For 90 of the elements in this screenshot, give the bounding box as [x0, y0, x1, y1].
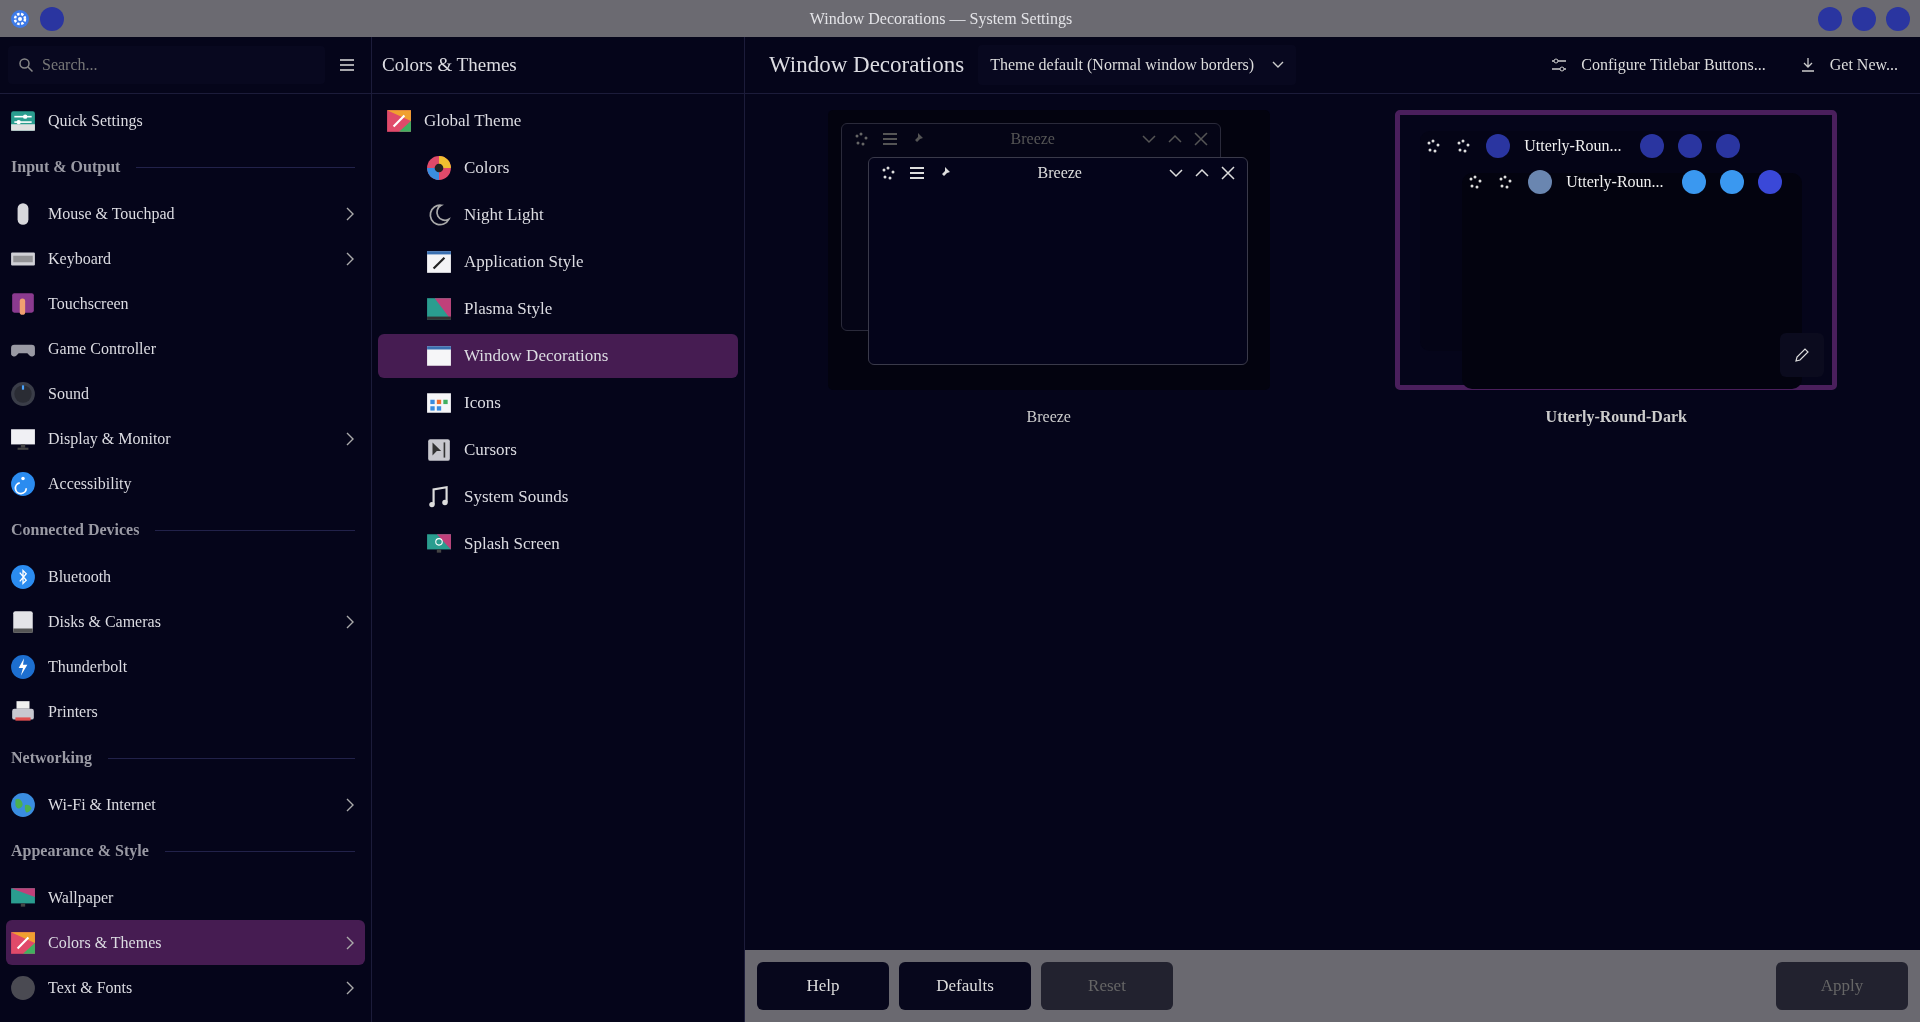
window-title: Utterly-Roun... — [1524, 137, 1622, 155]
sidebar-item[interactable]: Bluetooth — [6, 554, 365, 599]
category-item[interactable]: Plasma Style — [378, 287, 738, 331]
window-button-icon — [1639, 134, 1664, 158]
sidebar-item[interactable]: Text & Fonts — [6, 965, 365, 1010]
category-item[interactable]: Colors — [378, 146, 738, 190]
window-icon — [426, 390, 452, 416]
theme-preview[interactable]: Utterly-Roun... Utterly-Roun... — [1395, 110, 1838, 390]
bluetooth-icon — [10, 563, 36, 590]
window-title: Window Decorations — System Settings — [808, 9, 1074, 28]
section-heading: Networking — [11, 749, 92, 767]
window-button-icon — [1528, 170, 1553, 194]
window-icon — [426, 296, 452, 322]
dots-icon — [880, 165, 897, 181]
category-item[interactable]: Night Light — [378, 193, 738, 237]
color-wheel-icon — [426, 155, 452, 181]
download-icon — [1799, 57, 1816, 73]
cursor-icon — [426, 437, 452, 463]
brush-icon — [10, 929, 36, 956]
sidebar-item[interactable]: Printers — [6, 689, 365, 734]
window-button-icon — [1681, 170, 1706, 194]
drive-icon — [10, 608, 36, 635]
sidebar-item[interactable]: Wallpaper — [6, 875, 365, 920]
category-item[interactable]: System Sounds — [378, 475, 738, 519]
dots-icon — [853, 131, 870, 147]
window-button[interactable] — [1852, 6, 1876, 31]
search-icon — [18, 57, 34, 73]
sidebar-item[interactable]: Touchscreen — [6, 281, 365, 326]
menu-icon — [881, 132, 898, 146]
category-item[interactable]: Cursors — [378, 428, 738, 472]
close-icon — [1193, 132, 1208, 146]
sidebar-item[interactable]: Disks & Cameras — [6, 599, 365, 644]
window-button[interactable] — [1818, 6, 1842, 31]
sidebar-item[interactable]: Wi-Fi & Internet — [6, 782, 365, 827]
sidebar-item[interactable]: Quick Settings — [6, 98, 365, 143]
minimize-icon — [1141, 132, 1156, 146]
edit-button[interactable] — [1780, 333, 1825, 377]
sliders-icon — [1551, 57, 1568, 73]
category-item[interactable]: Application Style — [378, 240, 738, 284]
window-button-icon — [1677, 134, 1702, 158]
sidebar-item[interactable]: Keyboard — [6, 236, 365, 281]
page-title: Window Decorations — [769, 52, 965, 78]
sidebar-item[interactable]: Thunderbolt — [6, 644, 365, 689]
lightning-icon — [10, 653, 36, 680]
sidebar-item[interactable]: Accessibility — [6, 461, 365, 506]
pencil-icon — [1794, 347, 1811, 363]
toolbar-button[interactable]: Get New... — [1789, 45, 1908, 85]
sidebar-item[interactable]: Colors & Themes — [6, 920, 365, 965]
toolbar-button[interactable]: Configure Titlebar Buttons... — [1541, 45, 1776, 85]
knob-icon — [10, 380, 36, 407]
window-button[interactable] — [1886, 6, 1910, 31]
menu-icon — [908, 166, 925, 180]
section-heading: Connected Devices — [11, 521, 140, 539]
border-size-dropdown[interactable]: Theme default (Normal window borders) — [978, 45, 1297, 85]
category-title: Colors & Themes — [382, 54, 517, 76]
accessibility-icon — [10, 470, 36, 497]
chevron-down-icon — [1272, 61, 1285, 69]
window-title: Breeze — [1009, 130, 1056, 148]
search-field[interactable]: Search... — [8, 46, 325, 84]
theme-name: Utterly-Round-Dark — [1545, 408, 1687, 426]
brush-icon — [386, 108, 412, 134]
window-title: Utterly-Roun... — [1566, 173, 1664, 191]
section-heading: Input & Output — [11, 158, 121, 176]
window-button-icon — [1715, 134, 1740, 158]
hand-icon — [10, 290, 36, 317]
sidebar-item[interactable]: Mouse & Touchpad — [6, 191, 365, 236]
menu-icon — [339, 58, 355, 72]
gear-icon[interactable] — [10, 8, 30, 29]
globe-icon — [10, 791, 36, 818]
category-item[interactable]: Splash Screen — [378, 522, 738, 566]
sidebar-item[interactable]: Sound — [6, 371, 365, 416]
section-heading: Appearance & Style — [11, 842, 149, 860]
brush-icon — [426, 249, 452, 275]
window-icon — [426, 343, 452, 369]
minimize-icon — [1168, 166, 1183, 180]
sidebar-item[interactable]: Display & Monitor — [6, 416, 365, 461]
theme-name: Breeze — [1026, 408, 1071, 426]
theme-preview[interactable]: Breeze Breeze — [827, 110, 1270, 390]
category-item[interactable]: Icons — [378, 381, 738, 425]
category-item[interactable]: Window Decorations — [378, 334, 738, 378]
window-button-icon — [1486, 134, 1511, 158]
window-button-icon — [1757, 170, 1782, 194]
window-title: Breeze — [1036, 164, 1083, 182]
footer-button[interactable]: Help — [757, 962, 889, 1010]
window-button[interactable] — [40, 6, 64, 31]
window-button-icon — [1719, 170, 1744, 194]
category-item[interactable]: Global Theme — [378, 99, 738, 143]
footer-button[interactable]: Defaults — [899, 962, 1031, 1010]
sidebar-item[interactable]: Game Controller — [6, 326, 365, 371]
close-icon — [1220, 166, 1235, 180]
